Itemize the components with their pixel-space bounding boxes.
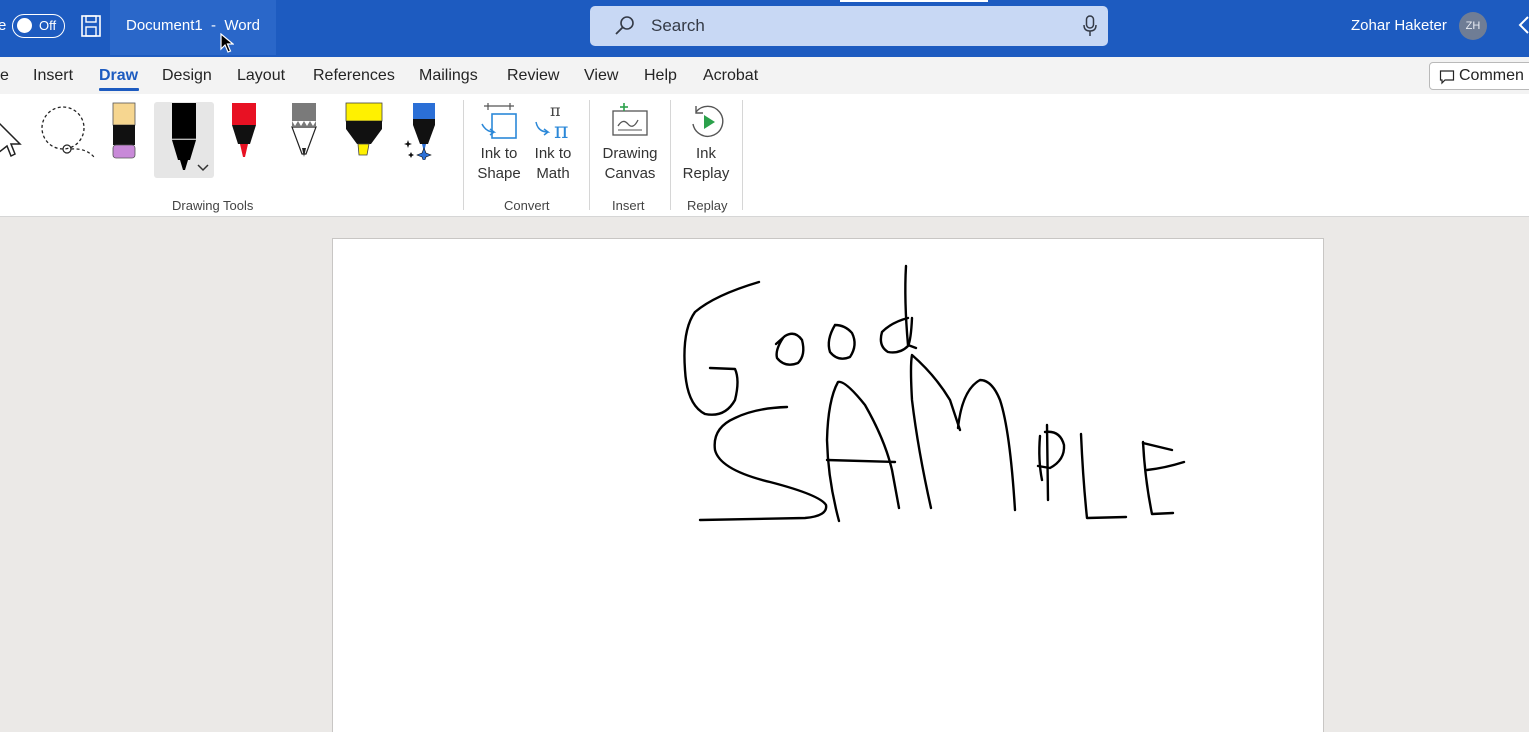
handwritten-ink-drawing[interactable] <box>0 0 1529 732</box>
